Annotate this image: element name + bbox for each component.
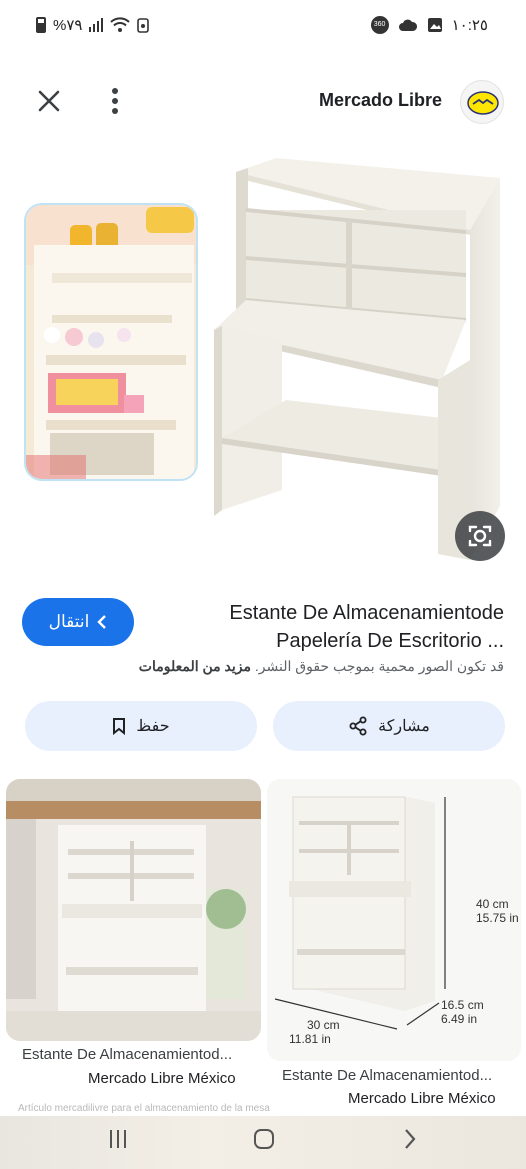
product-title[interactable]: Estante De Almacenamientode Papelería De… bbox=[184, 599, 504, 655]
height-cm: 40 cm bbox=[476, 897, 509, 911]
wifi-icon bbox=[110, 17, 131, 32]
dimension-height-label: 40 cm 15.75 in bbox=[476, 897, 519, 925]
visit-label: انتقال bbox=[48, 612, 90, 631]
badge-360-icon: 360 bbox=[370, 16, 389, 34]
depth-in: 6.49 in bbox=[441, 1012, 478, 1026]
share-label: مشاركة bbox=[378, 718, 430, 735]
save-button[interactable]: حفظ bbox=[25, 701, 257, 751]
signal-icon bbox=[89, 18, 104, 32]
recent-apps-icon[interactable] bbox=[107, 1128, 129, 1150]
back-icon[interactable] bbox=[402, 1128, 418, 1150]
white-shelf-desk-image bbox=[214, 158, 500, 560]
share-icon bbox=[349, 716, 367, 736]
width-in: 11.81 in bbox=[289, 1032, 331, 1046]
site-name[interactable]: Mercado Libre bbox=[319, 90, 442, 111]
close-icon[interactable] bbox=[36, 88, 62, 114]
product-title-line2: Papelería De Escritorio ... bbox=[276, 630, 504, 652]
related-source-1: Mercado Libre México bbox=[88, 1070, 236, 1087]
camera-search-icon bbox=[468, 525, 492, 547]
dimension-width-label: 30 cm 11.81 in bbox=[289, 1018, 340, 1046]
viewer-header: Mercado Libre bbox=[0, 70, 526, 134]
image-icon bbox=[427, 18, 442, 32]
chevron-left-icon bbox=[97, 615, 107, 629]
width-cm: 30 cm bbox=[307, 1018, 340, 1032]
home-icon[interactable] bbox=[253, 1128, 275, 1150]
copyright-text: قد تكون الصور محمية بموجب حقوق النشر. bbox=[254, 658, 504, 674]
more-info-link[interactable]: مزيد من المعلومات bbox=[139, 658, 251, 674]
bookmark-icon bbox=[113, 718, 126, 735]
shelf-photo-pink bbox=[26, 205, 196, 479]
system-navigation-bar bbox=[0, 1116, 526, 1169]
white-shelf-room-photo bbox=[6, 779, 261, 1041]
dimension-depth-label: 16.5 cm 6.49 in bbox=[441, 998, 484, 1026]
lens-search-button[interactable] bbox=[455, 511, 505, 561]
handshake-logo-icon bbox=[467, 91, 499, 115]
related-title-1[interactable]: Estante De Almacenamientod... bbox=[22, 1046, 232, 1063]
save-label: حفظ bbox=[136, 718, 170, 735]
clock: ١٠:٢٥ bbox=[451, 17, 488, 34]
battery-level: %٧٩ bbox=[53, 17, 83, 34]
status-bar: %٧٩ 360 ١٠:٢٥ bbox=[0, 0, 526, 56]
depth-cm: 16.5 cm bbox=[441, 998, 484, 1012]
related-image-2[interactable]: 40 cm 15.75 in 16.5 cm 6.49 in 30 cm 11.… bbox=[267, 779, 521, 1061]
faded-caption: Artículo mercadilivre para el almacenami… bbox=[18, 1103, 270, 1114]
related-title-2[interactable]: Estante De Almacenamientod... bbox=[282, 1067, 492, 1084]
visit-button[interactable]: انتقال bbox=[22, 598, 134, 646]
battery-icon bbox=[36, 17, 46, 33]
product-title-line1: Estante De Almacenamientode bbox=[229, 602, 504, 624]
previous-image-thumbnail[interactable] bbox=[24, 203, 198, 481]
notification-icon bbox=[137, 18, 150, 33]
site-logo[interactable] bbox=[460, 80, 504, 124]
height-in: 15.75 in bbox=[476, 911, 519, 925]
copyright-notice: قد تكون الصور محمية بموجب حقوق النشر. مز… bbox=[139, 658, 504, 675]
main-product-image[interactable] bbox=[206, 150, 506, 570]
share-button[interactable]: مشاركة bbox=[273, 701, 505, 751]
more-options-icon[interactable] bbox=[106, 86, 124, 116]
related-source-2: Mercado Libre México bbox=[348, 1090, 496, 1107]
cloud-icon bbox=[398, 19, 417, 31]
related-image-1[interactable] bbox=[6, 779, 261, 1041]
